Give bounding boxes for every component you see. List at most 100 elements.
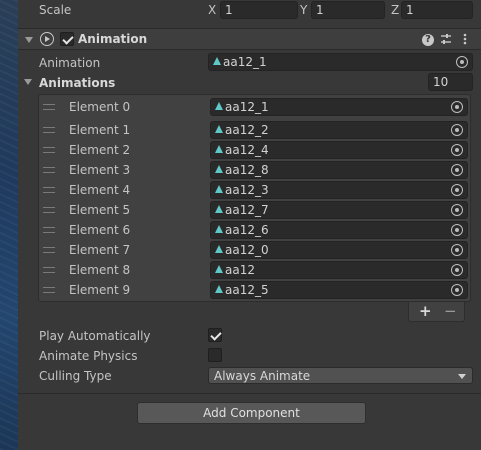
animation-object-field[interactable]: aa12_1 [208,53,473,71]
culling-type-dropdown[interactable]: Always Animate [208,367,473,384]
drag-handle-icon[interactable] [43,104,55,110]
play-automatically-checkbox[interactable] [208,328,222,342]
list-item[interactable]: Element 0 aa12_1 [39,97,470,117]
drag-handle-icon[interactable] [43,147,55,153]
element-value: aa12_7 [225,203,269,217]
list-item[interactable]: Element 3 aa12_8 [39,160,470,180]
list-item[interactable]: Element 7 aa12_0 [39,240,470,260]
animation-clip-icon [215,145,223,153]
list-item[interactable]: Element 1 aa12_2 [39,120,470,140]
element-object-field[interactable]: aa12_6 [210,221,468,239]
object-picker-icon[interactable] [451,204,463,216]
element-object-field[interactable]: aa12_3 [210,181,468,199]
add-component-button[interactable]: Add Component [137,402,366,424]
drag-handle-icon[interactable] [43,167,55,173]
drag-handle-icon[interactable] [43,187,55,193]
scale-y-label: Y [300,3,308,17]
element-label: Element 3 [69,163,131,177]
element-object-field[interactable]: aa12_4 [210,141,468,159]
animation-clip-icon [215,225,223,233]
element-value: aa12_1 [225,100,269,114]
remove-element-button[interactable]: − [444,302,457,320]
object-picker-icon[interactable] [456,56,468,68]
settings-sliders-icon[interactable] [439,33,453,47]
play-automatically-label: Play Automatically [39,329,151,343]
animations-foldout-arrow-icon[interactable] [24,79,32,85]
object-picker-icon[interactable] [451,284,463,296]
element-label: Element 6 [69,223,131,237]
element-label: Element 1 [69,123,131,137]
animation-component-header[interactable]: Animation ? [18,28,481,50]
list-item[interactable]: Element 6 aa12_6 [39,220,470,240]
object-picker-icon[interactable] [451,264,463,276]
scale-x-label: X [208,3,217,17]
help-icon[interactable]: ? [422,34,434,46]
element-object-field[interactable]: aa12 [210,261,468,279]
animation-clip-icon [215,185,223,193]
object-picker-icon[interactable] [451,101,463,113]
list-item[interactable]: Element 9 aa12_5 [39,280,470,300]
animate-physics-checkbox[interactable] [208,348,222,362]
animation-clip-icon [215,205,223,213]
drag-handle-icon[interactable] [43,287,55,293]
element-value: aa12_2 [225,123,269,137]
element-label: Element 0 [69,100,131,114]
element-label: Element 7 [69,243,131,257]
drag-handle-icon[interactable] [43,207,55,213]
list-item[interactable]: Element 8 aa12 [39,260,470,280]
scale-x-field[interactable]: 1 [220,1,298,19]
animate-physics-label: Animate Physics [39,349,138,363]
object-picker-icon[interactable] [451,164,463,176]
culling-type-label: Culling Type [39,369,112,383]
element-label: Element 9 [69,283,131,297]
element-value: aa12_8 [225,163,269,177]
element-value: aa12_3 [225,183,269,197]
list-item[interactable]: Element 5 aa12_7 [39,200,470,220]
scale-y-field[interactable]: 1 [311,1,385,19]
scale-z-field[interactable]: 1 [401,1,473,19]
object-picker-icon[interactable] [451,184,463,196]
add-element-button[interactable]: + [419,302,432,320]
animations-size-field[interactable]: 10 [428,73,473,91]
element-object-field[interactable]: aa12_0 [210,241,468,259]
animations-list: Element 0 aa12_1 Element 1 aa12_2 Elemen… [38,94,471,302]
object-picker-icon[interactable] [451,224,463,236]
culling-type-value: Always Animate [214,368,311,383]
element-value: aa12_4 [225,143,269,157]
chevron-down-icon [458,374,466,379]
drag-handle-icon[interactable] [43,267,55,273]
drag-handle-icon[interactable] [43,127,55,133]
list-item[interactable]: Element 2 aa12_4 [39,140,470,160]
animation-clip-icon [215,265,223,273]
element-object-field[interactable]: aa12_5 [210,281,468,299]
foldout-arrow-icon[interactable] [25,37,33,43]
object-picker-icon[interactable] [451,244,463,256]
drag-handle-icon[interactable] [43,227,55,233]
animation-clip-icon [215,125,223,133]
element-object-field[interactable]: aa12_1 [210,98,468,116]
inspector-panel: Scale X 1 Y 1 Z 1 Animation ? Animation … [18,0,481,450]
divider [18,393,481,394]
more-vert-icon[interactable] [458,33,472,47]
element-value: aa12_0 [225,243,269,257]
element-object-field[interactable]: aa12_2 [210,121,468,139]
list-item[interactable]: Element 4 aa12_3 [39,180,470,200]
component-enabled-checkbox[interactable] [60,32,74,46]
animation-label: Animation [39,56,101,70]
element-value: aa12 [225,263,255,277]
element-object-field[interactable]: aa12_8 [210,161,468,179]
element-label: Element 8 [69,263,131,277]
object-picker-icon[interactable] [451,144,463,156]
object-picker-icon[interactable] [451,124,463,136]
animation-clip-icon [215,285,223,293]
drag-handle-icon[interactable] [43,247,55,253]
list-footer: + − [408,302,465,322]
element-label: Element 4 [69,183,131,197]
animations-label: Animations [39,76,116,90]
element-object-field[interactable]: aa12_7 [210,201,468,219]
animation-clip-icon [215,245,223,253]
play-circle-icon [40,32,54,46]
animation-clip-icon [213,57,221,65]
element-label: Element 5 [69,203,131,217]
animation-clip-icon [215,102,223,110]
